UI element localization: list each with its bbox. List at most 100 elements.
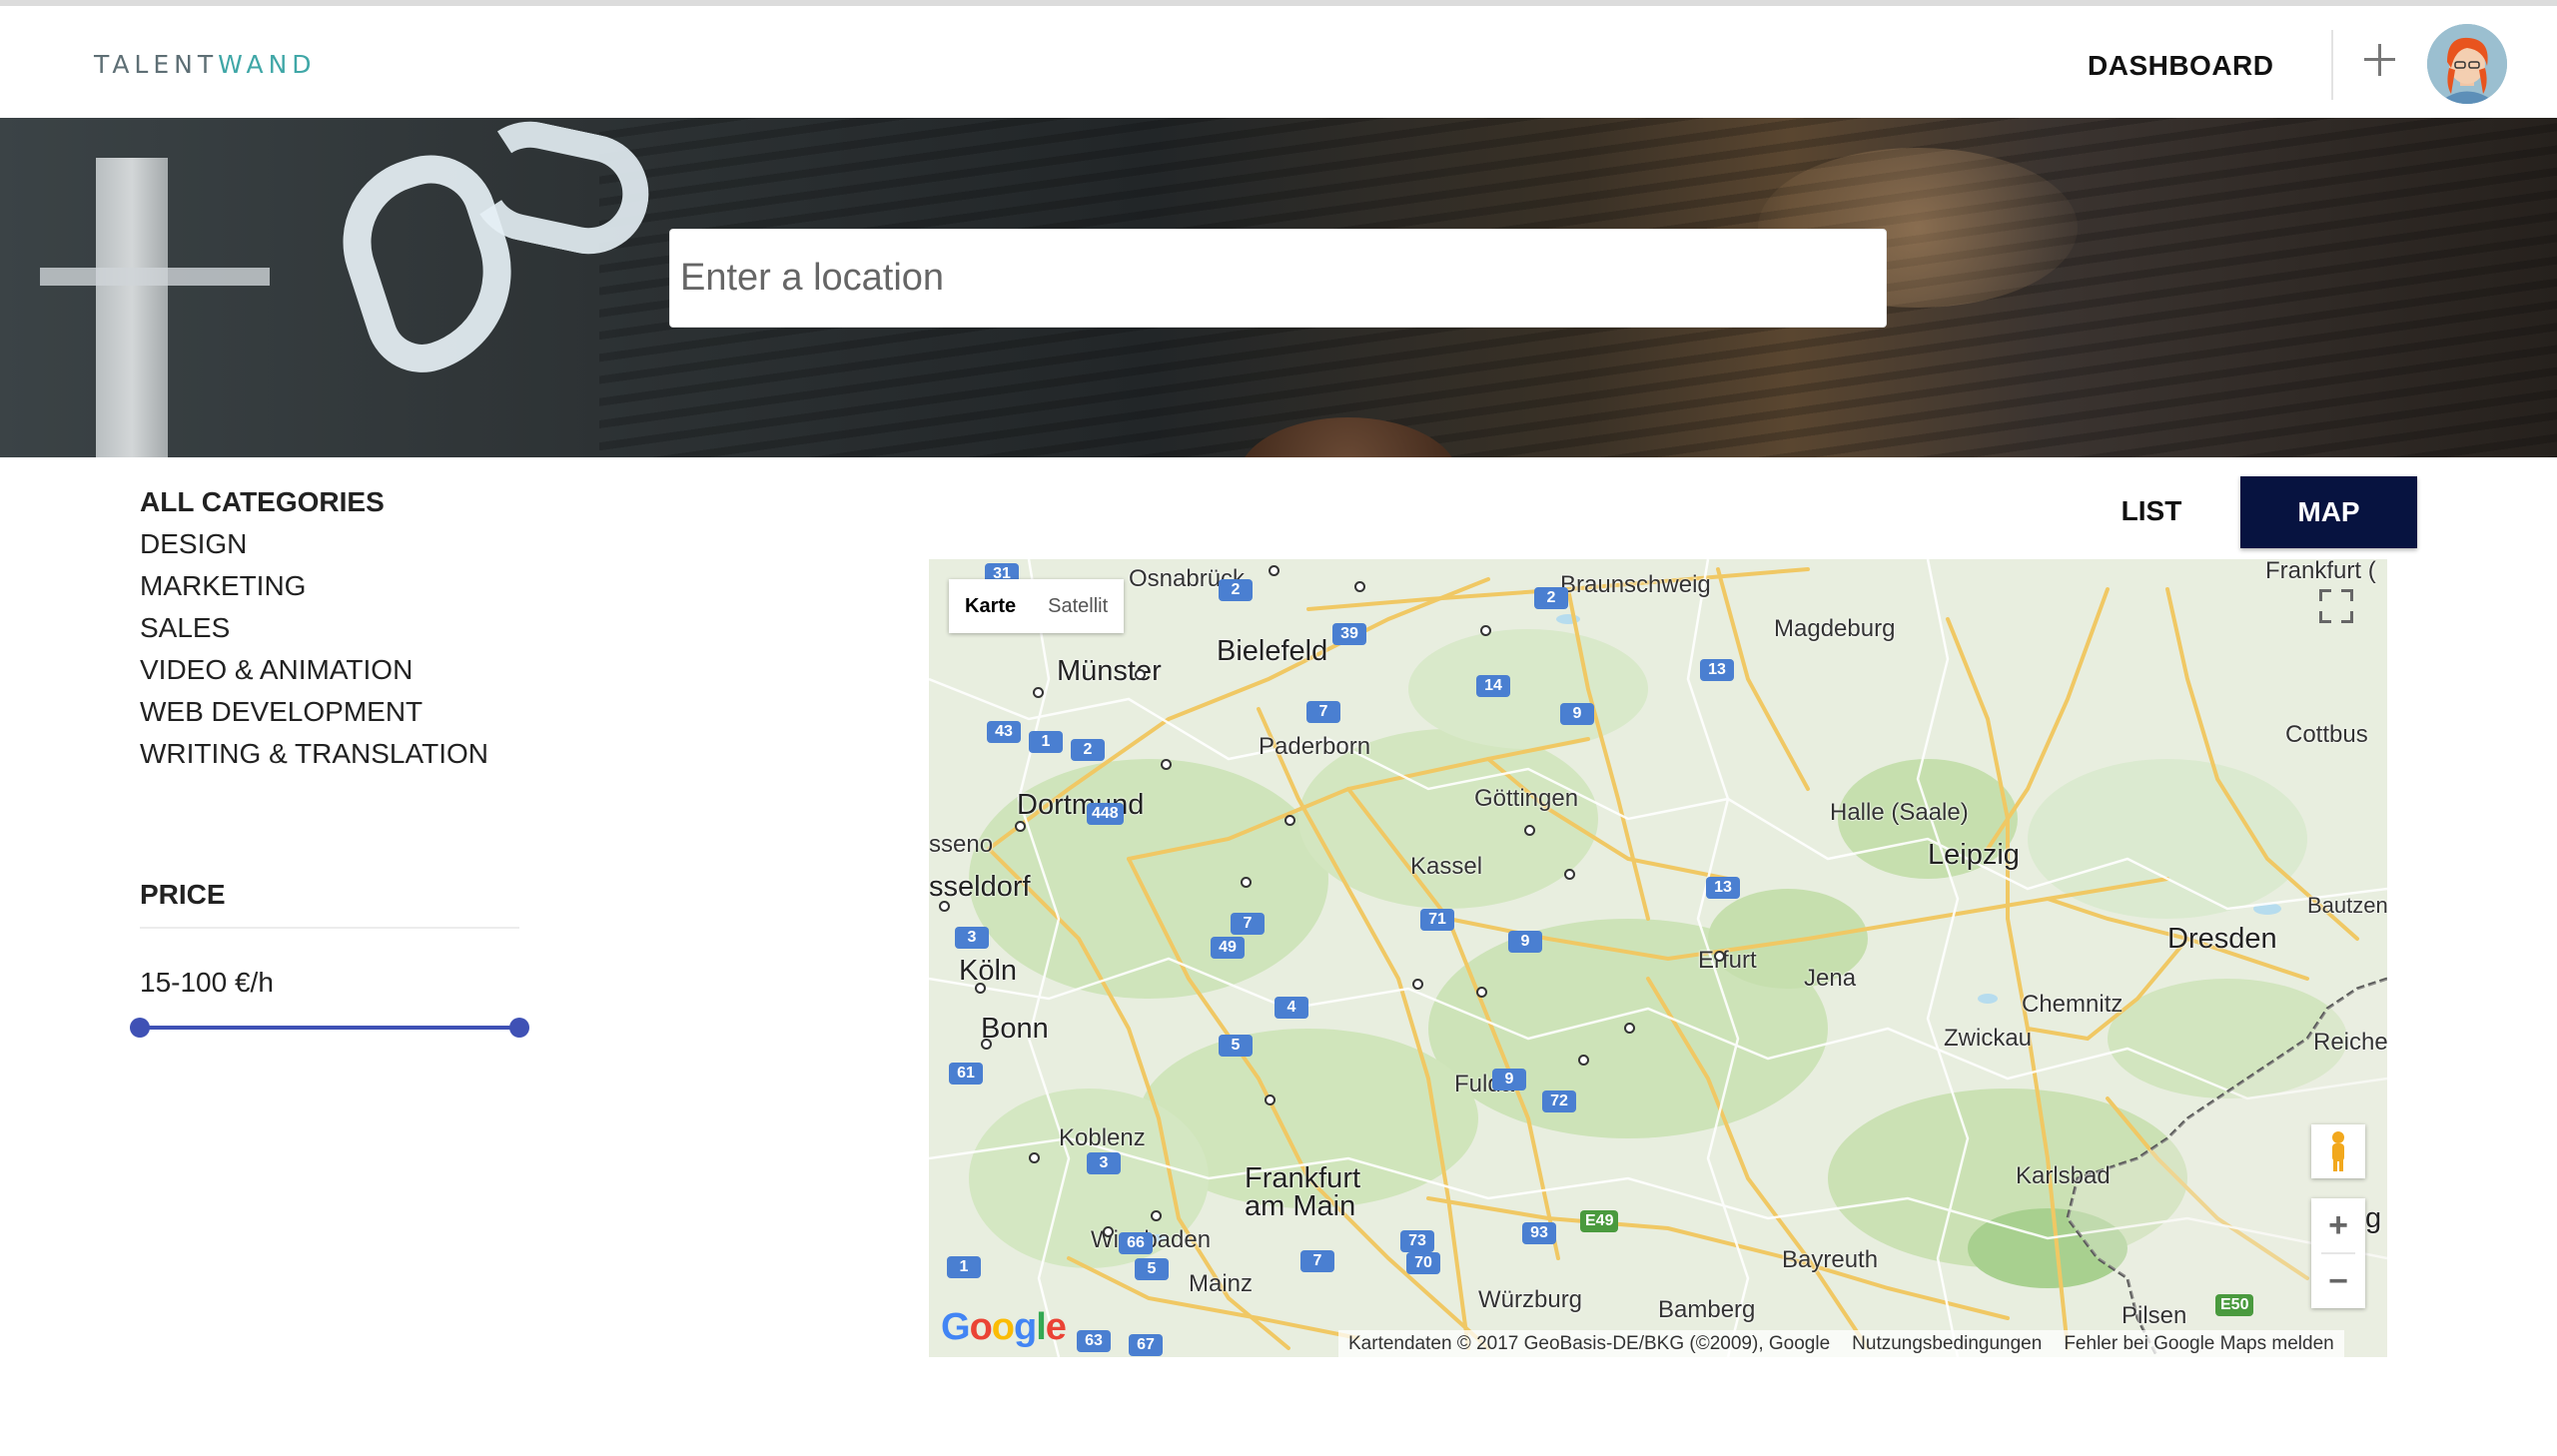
- price-slider-track: [140, 1026, 519, 1030]
- map-label-duesseldorf: sseldorf: [929, 871, 1031, 903]
- city-dot-braunschweig: [1354, 581, 1365, 592]
- hero-lamp-post: [96, 158, 168, 457]
- euro-route-shield: E49: [1580, 1210, 1619, 1232]
- app-header: TALENTWAND DASHBOARD: [0, 6, 2557, 118]
- city-dot-koeln: [975, 983, 986, 994]
- google-logo[interactable]: Google: [941, 1306, 1067, 1349]
- city-dot-fulda: [1265, 1094, 1276, 1105]
- city-dot-bielefeld: [1135, 669, 1146, 680]
- plus-icon[interactable]: [2361, 40, 2399, 80]
- highway-shield: 13: [1700, 659, 1734, 681]
- price-range-value: 15-100 €/h: [140, 967, 274, 998]
- city-dot-bonn: [981, 1039, 992, 1050]
- highway-shield: 2: [1071, 739, 1105, 761]
- user-avatar[interactable]: [2427, 24, 2507, 104]
- map-label-kassel: Kassel: [1410, 853, 1483, 880]
- zoom-in-button[interactable]: +: [2311, 1198, 2365, 1252]
- google-map[interactable]: Münster Bielefeld Dortmund Leipzig Dresd…: [929, 559, 2387, 1357]
- map-label-jena: Jena: [1804, 965, 1857, 992]
- category-writing-translation[interactable]: WRITING & TRANSLATION: [140, 733, 488, 775]
- price-slider-min-handle[interactable]: [130, 1018, 150, 1038]
- highway-shield: 67: [1129, 1334, 1163, 1356]
- highway-shield: 73: [1400, 1230, 1434, 1252]
- category-all[interactable]: ALL CATEGORIES: [140, 481, 488, 523]
- highway-shield: 7: [1306, 701, 1340, 723]
- map-label-braunschweig: Braunschweig: [1560, 571, 1711, 598]
- zoom-control: + −: [2311, 1198, 2365, 1308]
- highway-shield: 49: [1211, 937, 1245, 959]
- fullscreen-corner-icon: [2319, 611, 2331, 623]
- highway-shield: 5: [1219, 1035, 1253, 1057]
- price-slider-max-handle[interactable]: [509, 1018, 529, 1038]
- category-video-animation[interactable]: VIDEO & ANIMATION: [140, 649, 488, 691]
- highway-shield: 61: [949, 1063, 983, 1085]
- map-view-button[interactable]: MAP: [2240, 476, 2417, 548]
- map-type-satellit[interactable]: Satellit: [1032, 579, 1124, 633]
- city-dot-frankfurt: [1151, 1210, 1162, 1221]
- price-title: PRICE: [140, 879, 226, 910]
- avatar-illustration-icon: [2427, 24, 2507, 104]
- map-type-karte[interactable]: Karte: [949, 579, 1032, 633]
- map-label-reiche: Reiche: [2313, 1029, 2387, 1056]
- header-divider: [2331, 30, 2333, 100]
- map-label-karlsbad: Karlsbad: [2016, 1162, 2111, 1189]
- city-dot-kassel: [1241, 877, 1252, 888]
- map-label-magdeburg: Magdeburg: [1774, 615, 1896, 642]
- highway-shield: 9: [1508, 931, 1542, 953]
- google-logo-letter: o: [991, 1306, 1015, 1348]
- city-dot-halle: [1524, 825, 1535, 836]
- highway-shield: 93: [1522, 1222, 1556, 1244]
- street-view-pegman-icon[interactable]: [2311, 1124, 2365, 1178]
- pegman-icon: [2332, 1131, 2344, 1171]
- map-label-essen: sseno: [929, 831, 994, 858]
- map-label-bayreuth: Bayreuth: [1782, 1246, 1879, 1273]
- highway-shield: 14: [1476, 675, 1510, 697]
- highway-shield: 9: [1492, 1069, 1526, 1091]
- map-report-error-link[interactable]: Fehler bei Google Maps melden: [2064, 1330, 2333, 1357]
- highway-shield: 7: [1300, 1250, 1334, 1272]
- logo-text-wand: WAND: [218, 50, 317, 79]
- highway-shield: 2: [1534, 587, 1568, 609]
- city-dot-leipzig: [1564, 869, 1575, 880]
- location-search-input[interactable]: [669, 229, 1887, 328]
- map-label-wuerzburg: Würzburg: [1478, 1286, 1583, 1313]
- map-data-credit[interactable]: Kartendaten © 2017 GeoBasis-DE/BKG (©200…: [1348, 1330, 1830, 1357]
- list-view-button[interactable]: LIST: [2092, 475, 2211, 547]
- highway-shield: 7: [1231, 913, 1265, 935]
- category-marketing[interactable]: MARKETING: [140, 565, 488, 607]
- hero-lamp-arm: [40, 268, 270, 286]
- price-divider: [140, 927, 519, 929]
- highway-shield: 4: [1275, 997, 1308, 1019]
- map-type-control: Karte Satellit: [949, 579, 1125, 633]
- city-dot-paderborn: [1161, 759, 1172, 770]
- euro-route-shield: E50: [2215, 1294, 2254, 1316]
- city-dot-dortmund: [1015, 821, 1026, 832]
- dashboard-link[interactable]: DASHBOARD: [2088, 50, 2274, 82]
- map-label-bielefeld: Bielefeld: [1217, 635, 1328, 667]
- city-dot-muenster: [1033, 687, 1044, 698]
- category-web-development[interactable]: WEB DEVELOPMENT: [140, 691, 488, 733]
- category-sales[interactable]: SALES: [140, 607, 488, 649]
- city-dot-zwickau: [1578, 1055, 1589, 1066]
- map-label-koeln: Köln: [959, 955, 1018, 987]
- fullscreen-corner-icon: [2341, 611, 2353, 623]
- map-label-frankfurt-oder: Frankfurt (: [2265, 559, 2376, 584]
- category-design[interactable]: DESIGN: [140, 523, 488, 565]
- city-dot-duesseldorf: [939, 901, 950, 912]
- fullscreen-icon[interactable]: [2313, 583, 2359, 629]
- zoom-out-button[interactable]: −: [2311, 1254, 2365, 1308]
- map-attribution-bar: Kartendaten © 2017 GeoBasis-DE/BKG (©200…: [1338, 1330, 2344, 1357]
- map-label-am-main: am Main: [1245, 1190, 1356, 1222]
- highway-shield: 9: [1560, 703, 1594, 725]
- talentwand-logo[interactable]: TALENTWAND: [94, 50, 317, 79]
- city-dot-chemnitz: [1624, 1023, 1635, 1034]
- map-label-zwickau: Zwickau: [1944, 1025, 2033, 1052]
- highway-shield: 1: [947, 1256, 981, 1278]
- map-terms-link[interactable]: Nutzungsbedingungen: [1852, 1330, 2042, 1357]
- price-range-slider[interactable]: [130, 1017, 529, 1039]
- map-label-halle: Halle (Saale): [1830, 799, 1969, 826]
- map-label-muenster: Münster: [1057, 655, 1162, 687]
- map-label-koblenz: Koblenz: [1059, 1124, 1146, 1151]
- highway-shield: 448: [1087, 803, 1124, 825]
- highway-shield: 5: [1135, 1258, 1169, 1280]
